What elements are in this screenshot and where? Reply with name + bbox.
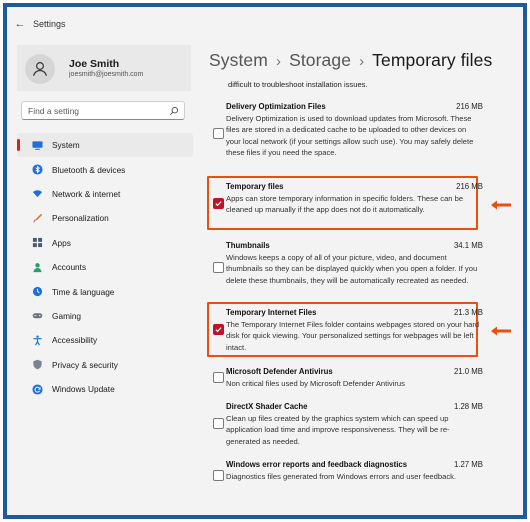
cleanup-item-temporary-internet-files: Temporary Internet Files 21.3 MB The Temp… [209,308,483,354]
accessibility-icon [31,334,43,346]
settings-window: ← Settings Joe Smith joesmith@joesmith.c… [3,3,527,519]
user-email: joesmith@joesmith.com [69,71,144,78]
item-checkbox[interactable] [213,198,224,209]
pointer-arrow-icon [491,326,511,336]
breadcrumb-separator: › [275,53,282,70]
item-size: 1.27 MB [453,460,483,469]
sidebar-item-apps[interactable]: Apps [17,231,193,255]
sidebar-item-label: Accessibility [52,335,98,346]
sidebar-item-label: Time & language [52,286,115,297]
cleanup-item-directx-shader-cache: DirectX Shader Cache 1.28 MB Clean up fil… [209,402,483,448]
item-description: Delivery Optimization is used to downloa… [226,114,474,158]
app-title: Settings [33,19,66,29]
sidebar-item-label: Privacy & security [52,359,118,370]
breadcrumb-storage[interactable]: Storage [289,50,351,70]
gamepad-icon [31,310,43,322]
back-arrow-icon[interactable]: ← [7,18,33,30]
item-title: Delivery Optimization Files [226,102,326,111]
item-title: Thumbnails [226,241,270,250]
user-profile-card[interactable]: Joe Smith joesmith@joesmith.com [17,45,191,91]
sidebar-item-time-language[interactable]: Time & language [17,279,193,303]
sidebar-item-label: System [52,140,80,151]
sidebar-item-accessibility[interactable]: Accessibility [17,328,193,352]
sidebar-nav: System Bluetooth & devices Network & int… [17,133,193,401]
sidebar-item-network[interactable]: Network & internet [17,182,193,206]
sidebar-item-accounts[interactable]: Accounts [17,255,193,279]
sidebar-item-bluetooth[interactable]: Bluetooth & devices [17,157,193,181]
brush-icon [31,212,43,224]
title-bar: ← Settings [7,7,523,41]
breadcrumb-separator: › [359,53,365,70]
user-name: Joe Smith [69,58,120,70]
breadcrumb: System › Storage › Temporary files [209,50,492,71]
search-input[interactable]: Find a setting [21,101,185,120]
avatar [25,54,55,84]
item-title: Temporary Internet Files [226,308,317,317]
item-description: Apps can store temporary information in … [226,194,464,215]
item-description: Windows keeps a copy of all of your pict… [226,253,478,285]
item-size: 216 MB [456,102,483,111]
sidebar-item-label: Personalization [52,213,109,224]
truncated-description: difficult to troubleshoot installation i… [228,80,368,89]
user-avatar-icon [33,62,47,76]
item-title: Temporary files [226,182,284,191]
item-title: Windows error reports and feedback diagn… [226,460,408,469]
item-description: Clean up files created by the graphics s… [226,414,450,446]
cleanup-item-delivery-optimization: Delivery Optimization Files 216 MB Delive… [209,102,483,166]
monitor-icon [31,139,43,151]
item-title: Microsoft Defender Antivirus [226,367,333,376]
sidebar-item-privacy[interactable]: Privacy & security [17,353,193,377]
item-size: 21.3 MB [453,308,483,317]
sidebar-item-label: Gaming [52,310,82,321]
update-icon [31,383,43,395]
item-size: 216 MB [456,182,483,191]
main-content: System › Storage › Temporary files difficult… [199,41,523,515]
item-checkbox[interactable] [213,128,224,139]
sidebar-item-label: Accounts [52,262,87,273]
checkmark-icon [215,201,222,207]
search-icon [169,107,178,116]
item-description: Diagnostics files generated from Windows… [226,472,457,481]
search-placeholder: Find a setting [28,105,80,116]
item-description: Non critical files used by Microsoft Def… [226,379,405,388]
sidebar-item-personalization[interactable]: Personalization [17,206,193,230]
item-size: 21.0 MB [453,367,483,376]
person-icon [31,261,43,273]
item-checkbox[interactable] [213,262,224,273]
sidebar-item-system[interactable]: System [17,133,193,158]
pointer-arrow-icon [491,200,511,210]
cleanup-item-windows-error-reports: Windows error reports and feedback diagn… [209,460,483,496]
checkmark-icon [215,327,222,333]
item-checkbox[interactable] [213,418,224,429]
sidebar-item-label: Windows Update [52,384,115,395]
wifi-icon [31,188,43,200]
apps-icon [31,237,43,249]
page-title: Temporary files [372,50,493,70]
sidebar-item-label: Apps [52,237,71,248]
bluetooth-icon [31,164,43,176]
item-title: DirectX Shader Cache [226,402,308,411]
item-description: The Temporary Internet Files folder cont… [226,320,480,352]
sidebar: Joe Smith joesmith@joesmith.com Find a s… [7,41,199,515]
cleanup-item-thumbnails: Thumbnails 34.1 MB Windows keeps a copy o… [209,241,483,297]
item-size: 1.28 MB [453,402,483,411]
globe-clock-icon [31,286,43,298]
item-checkbox[interactable] [213,324,224,335]
breadcrumb-system[interactable]: System [209,50,268,70]
sidebar-item-label: Bluetooth & devices [52,164,126,175]
item-size: 34.1 MB [453,241,483,250]
item-checkbox[interactable] [213,372,224,383]
cleanup-item-temporary-files: Temporary files 216 MB Apps can store tem… [209,182,483,228]
sidebar-item-label: Network & internet [52,188,121,199]
cleanup-item-defender-antivirus: Microsoft Defender Antivirus 21.0 MB Non … [209,367,483,393]
sidebar-item-windows-update[interactable]: Windows Update [17,377,193,401]
shield-icon [31,359,43,371]
sidebar-item-gaming[interactable]: Gaming [17,304,193,328]
item-checkbox[interactable] [213,470,224,481]
